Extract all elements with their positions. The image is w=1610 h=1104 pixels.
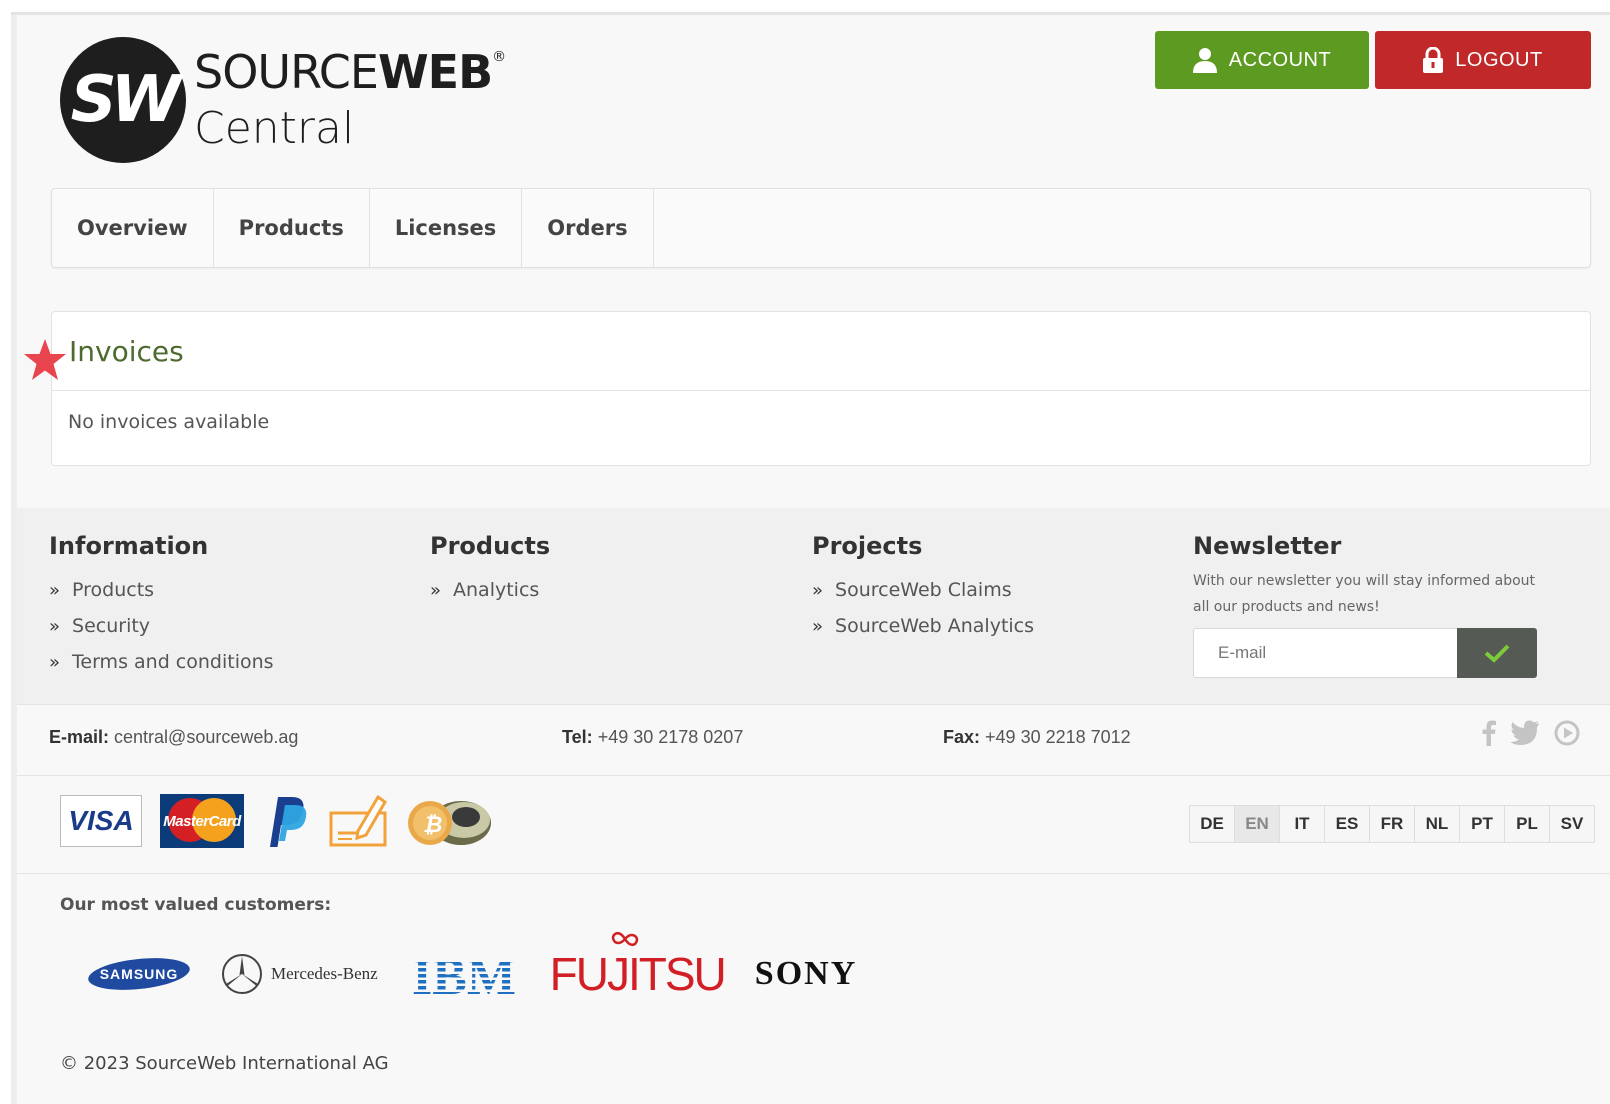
mercedes-star-icon [222,954,262,994]
svg-text:₿: ₿ [423,813,442,838]
sourceweb-logo[interactable]: SW SOURCEWEB® Central [60,37,506,167]
invoices-title: Invoices [52,312,1590,391]
account-button-label: ACCOUNT [1228,48,1332,71]
invoices-panel: Invoices No invoices available [51,311,1591,466]
invoices-empty-message: No invoices available [68,411,270,433]
contact-email: E-mail: central@sourceweb.ag [49,727,299,747]
mastercard-icon: MasterCard [160,794,244,848]
contact-email-link[interactable]: central@sourceweb.ag [114,727,298,747]
language-selector: DE EN IT ES FR NL PT PL SV [1189,805,1595,843]
bitcoin-icon: ₿ [408,801,491,845]
footer-products: Products » Analytics [430,532,550,608]
footer-products-title: Products [430,532,551,560]
paypal-icon [270,797,307,847]
logo-brand-text: SOURCEWEB® [194,45,506,99]
account-button[interactable]: ACCOUNT [1155,31,1369,89]
lang-pt[interactable]: PT [1460,806,1505,842]
footer-link-security[interactable]: » Security [49,608,274,644]
logout-button[interactable]: LOGOUT [1375,31,1591,89]
customer-logos: SAMSUNG Mercedes-Benz IBM FUJITSU SONY [87,931,858,1001]
logo-subtitle: Central [194,103,355,154]
lang-es[interactable]: ES [1325,806,1370,842]
newsletter-title: Newsletter [1193,532,1342,560]
divider [17,873,1610,874]
mercedes-logo: Mercedes-Benz [221,953,378,995]
fujitsu-infinity-icon [611,931,638,947]
lang-fr[interactable]: FR [1370,806,1415,842]
newsletter-text: With our newsletter you will stay inform… [1193,573,1536,615]
footer-projects: Projects » SourceWeb Claims » SourceWeb An… [812,532,1034,644]
user-icon [1192,48,1217,73]
social-links [1482,720,1580,746]
footer-newsletter: Newsletter With our newsletter you will … [1193,532,1553,678]
divider [17,775,1610,776]
footer-link-products[interactable]: » Products [49,572,274,608]
checkmark-icon [1484,644,1510,663]
lang-sv[interactable]: SV [1550,806,1594,842]
footer-link-sourceweb-analytics[interactable]: » SourceWeb Analytics [812,608,1034,644]
lang-it[interactable]: IT [1280,806,1325,842]
visa-icon: VISA [60,795,142,847]
main-nav: Overview Products Licenses Orders [51,188,1591,268]
chevron-double-right-icon: » [812,579,824,601]
page: SW SOURCEWEB® Central ACCOUNT LOGOUT Ove… [11,12,1610,1104]
customers-label: Our most valued customers: [60,895,332,915]
copyright: © 2023 SourceWeb International AG [60,1053,389,1074]
check-payment-icon [329,794,387,847]
nav-item-licenses[interactable]: Licenses [370,189,523,267]
fujitsu-logo: FUJITSU [550,931,727,1001]
sony-logo: SONY [754,955,858,992]
footer-link-sourceweb-claims[interactable]: » SourceWeb Claims [812,572,1034,608]
lang-en[interactable]: EN [1235,806,1280,842]
star-icon [24,339,66,380]
sw-monogram-icon: SW [60,37,186,163]
footer-information: Information » Products » Security » Terms a… [49,532,274,680]
payment-methods: VISA MasterCard ₿ [60,793,496,849]
chevron-double-right-icon: » [49,579,61,601]
nav-item-products[interactable]: Products [214,189,370,267]
footer-projects-title: Projects [812,532,923,560]
lock-icon [1423,47,1444,73]
svg-text:SAMSUNG: SAMSUNG [100,966,179,982]
chevron-double-right-icon: » [430,579,442,601]
ibm-logo: IBM [412,950,516,998]
divider [17,704,1610,705]
chevron-double-right-icon: » [812,615,824,637]
svg-text:IBM: IBM [412,950,516,998]
contact-fax: Fax: +49 30 2218 7012 [943,727,1131,747]
newsletter-form [1193,628,1553,678]
samsung-logo: SAMSUNG [88,958,190,990]
contact-tel: Tel: +49 30 2178 0207 [562,727,744,747]
newsletter-submit-button[interactable] [1457,628,1537,678]
footer-link-terms[interactable]: » Terms and conditions [49,644,274,680]
twitter-icon[interactable] [1510,720,1540,746]
newsletter-email-input[interactable] [1193,628,1457,678]
footer-information-title: Information [49,532,209,560]
facebook-icon[interactable] [1482,720,1496,746]
nav-item-overview[interactable]: Overview [52,189,214,267]
lang-de[interactable]: DE [1190,806,1235,842]
chevron-double-right-icon: » [49,615,61,637]
lang-nl[interactable]: NL [1415,806,1460,842]
chevron-double-right-icon: » [49,651,61,673]
nav-item-orders[interactable]: Orders [522,189,654,267]
logout-button-label: LOGOUT [1455,48,1543,71]
lang-pl[interactable]: PL [1505,806,1550,842]
youtube-icon[interactable] [1554,720,1580,746]
footer-link-analytics[interactable]: » Analytics [430,572,550,608]
